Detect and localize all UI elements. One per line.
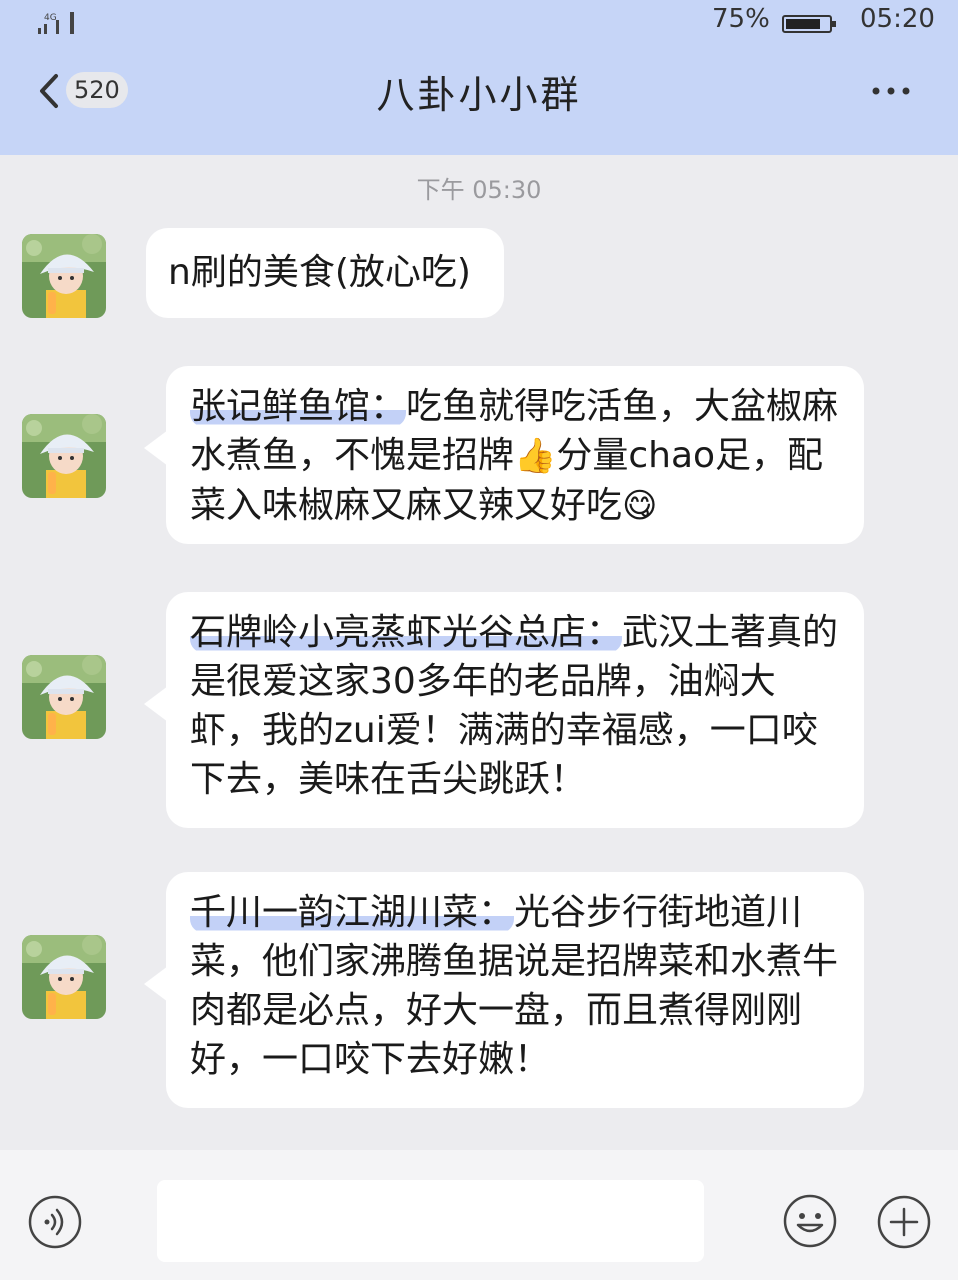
sender-avatar[interactable]	[22, 234, 106, 318]
voice-icon[interactable]	[27, 1194, 83, 1250]
bubble-tail	[144, 430, 168, 466]
signal-icon: 4G	[38, 12, 74, 34]
smiley-icon[interactable]	[782, 1193, 838, 1249]
message-bubble[interactable]: 千川一韵江湖川菜：光谷步行街地道川菜，他们家沸腾鱼据说是招牌菜和水煮牛肉都是必点…	[144, 872, 864, 1108]
sender-avatar[interactable]	[22, 935, 106, 1019]
avatar-image	[22, 655, 106, 739]
back-button[interactable]: 520	[30, 66, 140, 116]
yum-face-icon: 😋	[622, 486, 658, 526]
chat-title: 八卦小小群	[376, 73, 582, 117]
message-text: n刷的美食(放心吃)	[168, 252, 471, 293]
battery-icon	[782, 15, 836, 33]
restaurant-name: 千川一韵江湖川菜：	[190, 892, 515, 933]
avatar-image	[22, 234, 106, 318]
message-bubble[interactable]: 张记鲜鱼馆：吃鱼就得吃活鱼，大盆椒麻水煮鱼，不愧是招牌👍分量chao足，配菜入味…	[144, 366, 864, 544]
bubble-tail	[144, 686, 168, 722]
chevron-left-icon	[40, 74, 58, 108]
restaurant-name: 石牌岭小亮蒸虾光谷总店：	[190, 612, 623, 653]
sender-avatar[interactable]	[22, 414, 106, 498]
bubble-tail	[144, 966, 168, 1002]
plus-icon[interactable]	[876, 1194, 932, 1250]
restaurant-name: 张记鲜鱼馆：	[190, 386, 407, 427]
status-time: 05:20	[860, 4, 935, 34]
message-input[interactable]	[157, 1180, 704, 1262]
sender-avatar[interactable]	[22, 655, 106, 739]
more-dots-icon[interactable]	[866, 74, 916, 108]
chat-header: 4G 75% 05:20 520 八卦小小群	[0, 0, 958, 155]
network-label: 4G	[44, 13, 57, 23]
battery-percent: 75%	[712, 4, 770, 34]
unread-count-badge: 520	[66, 72, 128, 108]
message-timestamp: 下午 05:30	[416, 176, 542, 204]
message-bubble[interactable]: 石牌岭小亮蒸虾光谷总店：武汉土著真的是很爱这家30多年的老品牌，油焖大虾，我的z…	[144, 592, 864, 828]
avatar-image	[22, 414, 106, 498]
message-bubble[interactable]: n刷的美食(放心吃)	[146, 228, 504, 318]
thumbs-up-icon: 👍	[514, 436, 557, 476]
avatar-image	[22, 935, 106, 1019]
